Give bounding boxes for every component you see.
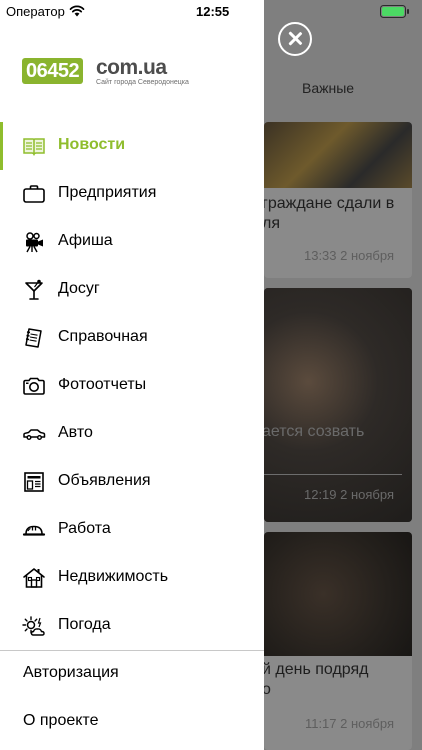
storefront-icon bbox=[24, 472, 44, 492]
menu-item-label: О проекте bbox=[23, 712, 99, 729]
movie-camera-icon bbox=[26, 232, 43, 253]
menu-item-label: Фотоотчеты bbox=[58, 376, 147, 393]
tab-important[interactable]: Важные bbox=[264, 72, 422, 108]
menu-item-companies[interactable]: Предприятия bbox=[0, 170, 264, 218]
news-card-image bbox=[264, 122, 412, 188]
close-menu-button[interactable] bbox=[278, 22, 312, 56]
menu-item-label: Афиша bbox=[58, 232, 113, 249]
news-card-time: 13:33 2 ноября bbox=[303, 248, 394, 263]
weather-icon bbox=[22, 616, 45, 636]
news-card-divider bbox=[264, 474, 402, 475]
menu-item-photo-reports[interactable]: Фотоотчеты bbox=[0, 362, 264, 410]
menu-item-directory[interactable]: Справочная bbox=[0, 314, 264, 362]
news-card-title: ается созвать bbox=[264, 423, 365, 440]
battery-icon bbox=[380, 5, 409, 18]
menu-item-leisure[interactable]: Досуг bbox=[0, 266, 264, 314]
cocktail-icon bbox=[25, 279, 43, 300]
hard-hat-icon bbox=[22, 525, 46, 536]
menu-item-jobs[interactable]: Работа bbox=[0, 506, 264, 554]
active-indicator bbox=[0, 122, 3, 170]
menu-item-news[interactable]: Новости bbox=[0, 122, 264, 170]
navigation-drawer: Оператор 12:55 06452 com.ua Сайт города … bbox=[0, 0, 264, 750]
menu-item-events[interactable]: Афиша bbox=[0, 218, 264, 266]
site-logo[interactable]: 06452 com.ua Сайт города Северодонецка bbox=[22, 56, 189, 92]
briefcase-icon bbox=[23, 185, 45, 203]
clock: 12:55 bbox=[196, 4, 230, 19]
menu-item-weather[interactable]: Погода bbox=[0, 602, 264, 650]
menu-item-label: Авторизация bbox=[23, 664, 119, 681]
camera-icon bbox=[23, 377, 45, 395]
menu-item-auto[interactable]: Авто bbox=[0, 410, 264, 458]
menu-item-label: Предприятия bbox=[58, 184, 157, 201]
news-card-image bbox=[264, 532, 412, 656]
menu-item-label: Досуг bbox=[58, 280, 100, 297]
tab-important-label: Важные bbox=[302, 80, 355, 96]
menu-item-label: Новости bbox=[58, 136, 126, 153]
house-icon bbox=[23, 568, 45, 588]
menu-item-label: Работа bbox=[58, 520, 111, 537]
menu-item-real-estate[interactable]: Недвижимость bbox=[0, 554, 264, 602]
menu-item-label: Объявления bbox=[58, 472, 151, 489]
news-card-time: 11:17 2 ноября bbox=[304, 716, 394, 731]
logo-tagline: Сайт города Северодонецка bbox=[96, 79, 189, 86]
news-card-title: й день подряд о bbox=[264, 661, 369, 698]
news-card-title: граждане сдали в ля bbox=[264, 195, 395, 232]
notebook-icon bbox=[25, 328, 42, 348]
logo-number: 06452 bbox=[22, 58, 84, 84]
news-card[interactable]: ается созвать 12:19 2 ноября bbox=[264, 288, 412, 522]
news-card[interactable]: й день подряд о 11:17 2 ноября bbox=[264, 532, 412, 750]
menu-item-about[interactable]: О проекте bbox=[0, 699, 264, 745]
logo-domain: com.ua bbox=[96, 56, 167, 79]
news-card-time: 12:19 2 ноября bbox=[303, 487, 394, 502]
newspaper-icon bbox=[23, 138, 45, 156]
menu-item-login[interactable]: Авторизация bbox=[0, 651, 264, 697]
carrier-label: Оператор bbox=[6, 4, 65, 19]
menu-item-label: Авто bbox=[58, 424, 93, 441]
car-icon bbox=[23, 429, 46, 440]
menu-item-classifieds[interactable]: Объявления bbox=[0, 458, 264, 506]
menu-item-label: Погода bbox=[58, 616, 111, 633]
news-card[interactable]: граждане сдали в ля 13:33 2 ноября bbox=[264, 122, 412, 278]
menu-item-label: Справочная bbox=[58, 328, 148, 345]
wifi-icon bbox=[69, 5, 85, 17]
menu-item-label: Недвижимость bbox=[58, 568, 169, 585]
